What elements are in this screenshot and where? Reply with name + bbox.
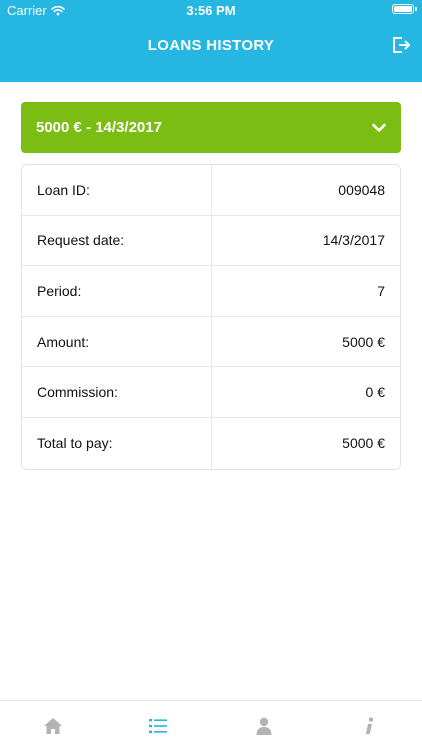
user-icon <box>255 717 273 735</box>
total-to-pay-label: Total to pay: <box>22 417 212 469</box>
amount-value: 5000 € <box>342 333 385 350</box>
home-icon <box>43 717 63 735</box>
total-to-pay-value: 5000 € <box>342 435 385 452</box>
logout-button[interactable] <box>388 32 414 58</box>
commission-row: Commission: 0 € <box>22 367 400 418</box>
request-date-value: 14/3/2017 <box>322 232 385 249</box>
tab-bar <box>0 700 422 750</box>
loan-summary: 5000 € - 14/3/2017 <box>36 119 162 136</box>
total-to-pay-row: Total to pay: 5000 € <box>22 417 400 469</box>
loan-id-row: Loan ID: 009048 <box>22 165 400 216</box>
status-bar: Carrier 3:56 PM <box>0 0 422 22</box>
tab-home[interactable] <box>0 701 106 750</box>
period-row: Period: 7 <box>22 266 400 317</box>
tab-loans-history[interactable] <box>106 701 212 750</box>
tab-profile[interactable] <box>211 701 317 750</box>
logout-icon <box>390 34 412 56</box>
period-label: Period: <box>22 266 212 316</box>
tab-info[interactable] <box>317 701 422 750</box>
amount-label: Amount: <box>22 316 212 367</box>
commission-value: 0 € <box>365 384 385 401</box>
info-icon <box>363 716 375 735</box>
page-title: LOANS HISTORY <box>147 37 275 54</box>
loan-id-value: 009048 <box>338 181 385 198</box>
status-time: 3:56 PM <box>186 3 236 18</box>
request-date-row: Request date: 14/3/2017 <box>22 215 400 267</box>
loan-id-label: Loan ID: <box>22 165 212 215</box>
request-date-label: Request date: <box>22 215 212 266</box>
chevron-down-icon <box>372 123 386 133</box>
period-value: 7 <box>377 282 385 299</box>
loan-details-table: Loan ID: 009048 Request date: 14/3/2017 … <box>21 164 401 470</box>
battery-icon <box>392 4 417 14</box>
amount-row: Amount: 5000 € <box>22 316 400 368</box>
nav-bar: Carrier 3:56 PM LOANS HISTORY <box>0 0 422 82</box>
commission-label: Commission: <box>22 367 212 417</box>
list-icon <box>149 718 168 734</box>
loan-accordion-header[interactable]: 5000 € - 14/3/2017 <box>21 102 401 153</box>
